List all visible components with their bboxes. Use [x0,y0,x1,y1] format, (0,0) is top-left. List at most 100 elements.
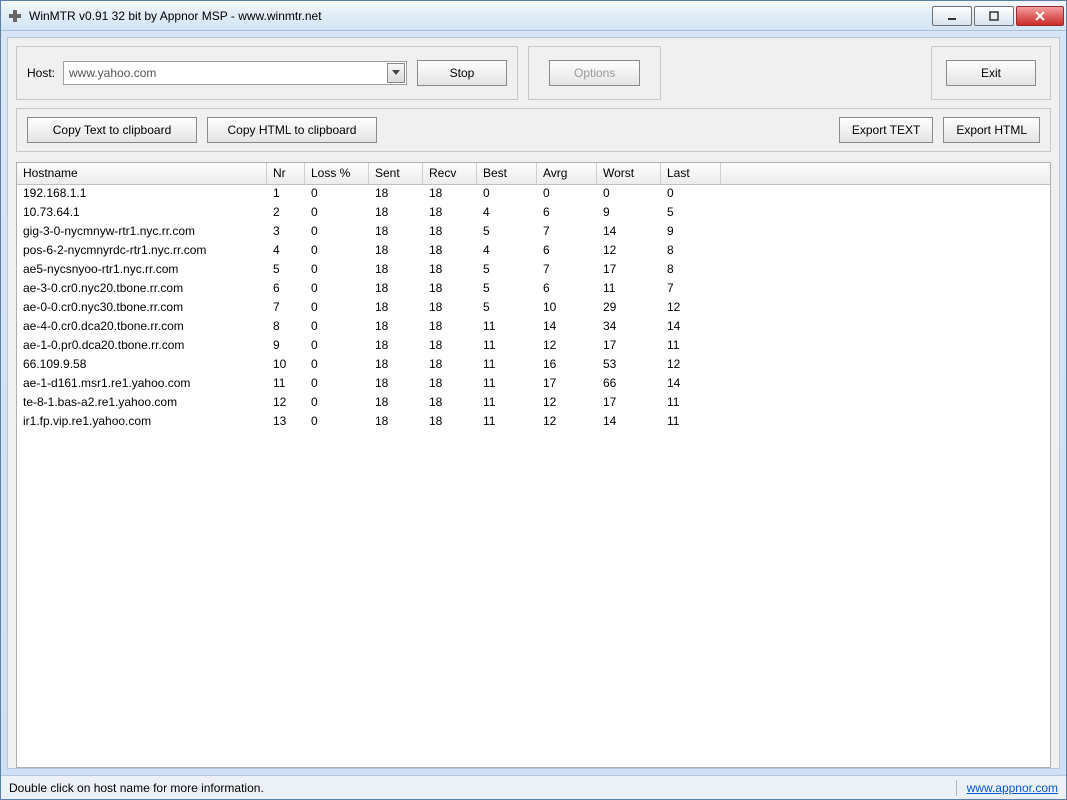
cell-avrg: 17 [537,375,597,394]
window-controls [930,6,1064,26]
copy-html-button[interactable]: Copy HTML to clipboard [207,117,377,143]
col-worst[interactable]: Worst [597,163,661,184]
cell-worst: 17 [597,261,661,280]
table-row[interactable]: 192.168.1.11018180000 [17,185,1050,204]
results-listview[interactable]: Hostname Nr Loss % Sent Recv Best Avrg W… [16,162,1051,768]
cell-host: ir1.fp.vip.re1.yahoo.com [17,413,267,432]
cell-loss: 0 [305,337,369,356]
close-button[interactable] [1016,6,1064,26]
cell-worst: 0 [597,185,661,204]
export-html-button[interactable]: Export HTML [943,117,1040,143]
col-last[interactable]: Last [661,163,721,184]
col-avrg[interactable]: Avrg [537,163,597,184]
table-row[interactable]: te-8-1.bas-a2.re1.yahoo.com1201818111217… [17,394,1050,413]
col-best[interactable]: Best [477,163,537,184]
exit-group: Exit [931,46,1051,100]
maximize-button[interactable] [974,6,1014,26]
col-sent[interactable]: Sent [369,163,423,184]
status-link[interactable]: www.appnor.com [967,781,1058,795]
cell-sent: 18 [369,299,423,318]
table-row[interactable]: ae-0-0.cr0.nyc30.tbone.rr.com70181851029… [17,299,1050,318]
cell-last: 7 [661,280,721,299]
cell-recv: 18 [423,261,477,280]
statusbar: Double click on host name for more infor… [1,775,1066,799]
cell-best: 5 [477,280,537,299]
cell-last: 14 [661,318,721,337]
table-row[interactable]: 10.73.64.12018184695 [17,204,1050,223]
cell-recv: 18 [423,223,477,242]
exit-button[interactable]: Exit [946,60,1036,86]
options-button[interactable]: Options [549,60,640,86]
host-dropdown-button[interactable] [387,63,405,83]
cell-host: gig-3-0-nycmnyw-rtr1.nyc.rr.com [17,223,267,242]
cell-nr: 11 [267,375,305,394]
cell-avrg: 0 [537,185,597,204]
col-loss[interactable]: Loss % [305,163,369,184]
cell-recv: 18 [423,299,477,318]
cell-loss: 0 [305,318,369,337]
cell-recv: 18 [423,413,477,432]
titlebar[interactable]: WinMTR v0.91 32 bit by Appnor MSP - www.… [1,1,1066,31]
cell-last: 9 [661,223,721,242]
cell-nr: 10 [267,356,305,375]
cell-loss: 0 [305,413,369,432]
export-text-button[interactable]: Export TEXT [839,117,933,143]
table-row[interactable]: ae-1-0.pr0.dca20.tbone.rr.com90181811121… [17,337,1050,356]
cell-best: 5 [477,261,537,280]
table-row[interactable]: gig-3-0-nycmnyw-rtr1.nyc.rr.com301818571… [17,223,1050,242]
client-area: Host: Stop Options Exit Copy Text to cli… [7,37,1060,769]
table-row[interactable]: pos-6-2-nycmnyrdc-rtr1.nyc.rr.com4018184… [17,242,1050,261]
cell-nr: 8 [267,318,305,337]
cell-avrg: 10 [537,299,597,318]
cell-worst: 17 [597,337,661,356]
table-row[interactable]: ae-3-0.cr0.nyc20.tbone.rr.com60181856117 [17,280,1050,299]
app-icon [7,8,23,24]
cell-avrg: 14 [537,318,597,337]
cell-worst: 11 [597,280,661,299]
table-row[interactable]: 66.109.9.58100181811165312 [17,356,1050,375]
cell-best: 11 [477,318,537,337]
copy-text-button[interactable]: Copy Text to clipboard [27,117,197,143]
cell-best: 11 [477,375,537,394]
cell-best: 11 [477,337,537,356]
cell-avrg: 12 [537,337,597,356]
export-row: Copy Text to clipboard Copy HTML to clip… [16,108,1051,152]
table-row[interactable]: ae-4-0.cr0.dca20.tbone.rr.com80181811143… [17,318,1050,337]
col-nr[interactable]: Nr [267,163,305,184]
cell-last: 5 [661,204,721,223]
cell-last: 12 [661,356,721,375]
table-row[interactable]: ae-1-d161.msr1.re1.yahoo.com110181811176… [17,375,1050,394]
cell-loss: 0 [305,242,369,261]
cell-worst: 53 [597,356,661,375]
col-recv[interactable]: Recv [423,163,477,184]
cell-sent: 18 [369,318,423,337]
cell-loss: 0 [305,299,369,318]
export-group: Copy Text to clipboard Copy HTML to clip… [16,108,1051,152]
cell-avrg: 7 [537,223,597,242]
cell-worst: 9 [597,204,661,223]
cell-loss: 0 [305,204,369,223]
stop-button[interactable]: Stop [417,60,507,86]
cell-recv: 18 [423,280,477,299]
cell-nr: 6 [267,280,305,299]
table-row[interactable]: ir1.fp.vip.re1.yahoo.com130181811121411 [17,413,1050,432]
cell-sent: 18 [369,337,423,356]
cell-loss: 0 [305,394,369,413]
listview-body[interactable]: 192.168.1.1101818000010.73.64.1201818469… [17,185,1050,767]
minimize-button[interactable] [932,6,972,26]
cell-worst: 14 [597,413,661,432]
cell-sent: 18 [369,356,423,375]
cell-host: 192.168.1.1 [17,185,267,204]
cell-last: 8 [661,242,721,261]
table-row[interactable]: ae5-nycsnyoo-rtr1.nyc.rr.com50181857178 [17,261,1050,280]
cell-nr: 13 [267,413,305,432]
cell-nr: 7 [267,299,305,318]
cell-nr: 9 [267,337,305,356]
cell-best: 11 [477,413,537,432]
host-combo[interactable] [63,61,407,85]
cell-nr: 2 [267,204,305,223]
col-hostname[interactable]: Hostname [17,163,267,184]
cell-best: 11 [477,356,537,375]
cell-worst: 12 [597,242,661,261]
host-input[interactable] [64,62,406,84]
